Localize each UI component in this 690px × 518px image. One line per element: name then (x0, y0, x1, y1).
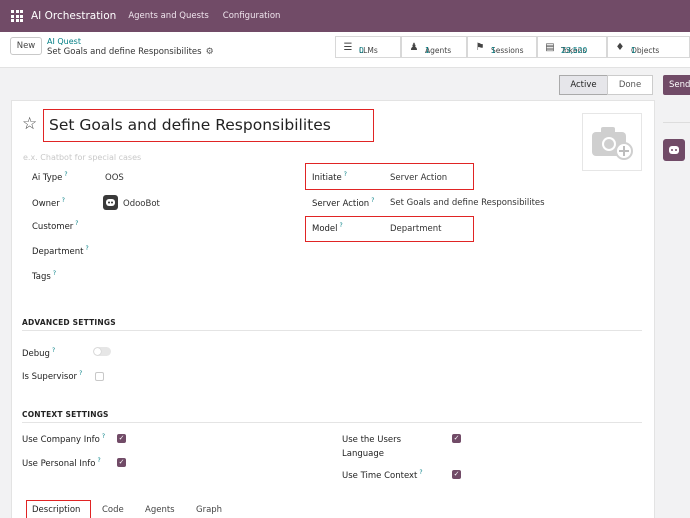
stat-value: 0 (359, 46, 364, 55)
use-company-info-label: Use Company Info? (22, 433, 105, 445)
tab-graph[interactable]: Graph (196, 505, 222, 515)
is-supervisor-label: Is Supervisor? (22, 370, 83, 382)
stat-button-llms[interactable]: ☰ LLMs 0 (335, 36, 401, 58)
new-button[interactable]: New (10, 37, 42, 55)
bot-icon (106, 199, 115, 206)
stat-value: 1 (631, 46, 636, 55)
use-users-language-label: Use the Users Language (342, 435, 402, 459)
camera-plus-icon (592, 127, 633, 160)
tooltip-icon[interactable]: ? (98, 457, 101, 464)
notebook-tabs: Description Code Agents Graph (22, 500, 642, 518)
record-title[interactable]: Set Goals and define Responsibilites (49, 116, 331, 134)
status-active[interactable]: Active (559, 75, 607, 95)
tooltip-icon[interactable]: ? (344, 171, 347, 178)
initiate-field[interactable]: Server Action (390, 173, 447, 183)
breadcrumb-current-label: Set Goals and define Responsibilites (47, 47, 202, 57)
tooltip-icon[interactable]: ? (62, 197, 65, 204)
chatter-divider (663, 122, 690, 123)
tooltip-icon[interactable]: ? (79, 370, 82, 377)
debug-label: Debug? (22, 347, 56, 359)
tooltip-icon[interactable]: ? (52, 347, 55, 354)
ai-type-field[interactable]: OOS (105, 173, 124, 183)
advanced-settings-heading: ADVANCED SETTINGS (22, 318, 116, 327)
gear-icon[interactable]: ⚙ (206, 47, 214, 57)
send-button[interactable]: Send (663, 75, 690, 95)
owner-field[interactable]: OdooBot (123, 199, 160, 209)
app-name[interactable]: AI Orchestration (31, 10, 116, 22)
model-label: Model? (312, 222, 343, 234)
tooltip-icon[interactable]: ? (64, 171, 67, 178)
bot-icon (669, 146, 679, 154)
breadcrumb-parent[interactable]: AI Quest (47, 37, 81, 46)
stat-value: 1 (425, 46, 430, 55)
apps-menu-icon[interactable] (11, 10, 23, 22)
use-users-language-checkbox[interactable]: ✓ (452, 434, 461, 443)
use-personal-info-label: Use Personal Info? (22, 457, 101, 469)
menu-agents-and-quests[interactable]: Agents and Quests (128, 11, 208, 21)
use-company-info-checkbox[interactable]: ✓ (117, 434, 126, 443)
tooltip-icon[interactable]: ? (85, 245, 88, 252)
model-field[interactable]: Department (390, 224, 441, 234)
section-divider (22, 422, 642, 423)
stat-button-agents[interactable]: ♟ Agents 1 (401, 36, 467, 58)
stat-value: 23,520 (561, 46, 588, 55)
server-action-field[interactable]: Set Goals and define Responsibilites (390, 198, 545, 208)
tooltip-icon[interactable]: ? (340, 222, 343, 229)
context-settings-heading: CONTEXT SETTINGS (22, 410, 109, 419)
use-time-context-label: Use Time Context? (342, 469, 423, 481)
chatter-avatar[interactable] (663, 139, 685, 161)
customer-label: Customer? (32, 220, 79, 232)
section-divider (22, 330, 642, 331)
is-supervisor-checkbox[interactable] (95, 372, 104, 381)
users-icon: ♟ (409, 41, 419, 53)
tooltip-icon[interactable]: ? (371, 197, 374, 204)
use-personal-info-checkbox[interactable]: ✓ (117, 458, 126, 467)
tooltip-icon[interactable]: ? (419, 469, 422, 476)
tab-agents[interactable]: Agents (145, 505, 175, 515)
breadcrumb-current: Set Goals and define Responsibilites ⚙ (47, 47, 214, 57)
top-navbar: AI Orchestration Agents and Quests Confi… (0, 0, 690, 32)
stat-button-objects[interactable]: ♦ Objects 1 (607, 36, 690, 58)
use-time-context-checkbox[interactable]: ✓ (452, 470, 461, 479)
tooltip-icon[interactable]: ? (75, 220, 78, 227)
ai-type-label: Ai Type? (32, 171, 68, 183)
status-row: Active Done Send (0, 68, 690, 100)
control-panel: New AI Quest Set Goals and define Respon… (0, 32, 690, 68)
tooltip-icon[interactable]: ? (53, 270, 56, 277)
stat-value: 1 (491, 46, 496, 55)
star-icon[interactable]: ☆ (22, 114, 37, 134)
puzzle-icon: ♦ (615, 41, 625, 53)
menu-configuration[interactable]: Configuration (223, 11, 281, 21)
stat-button-sessions[interactable]: ⚑ Sessions 1 (467, 36, 537, 58)
money-icon: ▤ (545, 41, 555, 53)
stat-button-tokens[interactable]: ▤ Tokens 23,520 (537, 36, 607, 58)
debug-toggle[interactable] (93, 347, 111, 356)
tags-label: Tags? (32, 270, 57, 282)
server-action-label: Server Action? (312, 197, 375, 209)
database-icon: ☰ (343, 41, 353, 53)
department-label: Department? (32, 245, 89, 257)
subtitle-input[interactable]: e.x. Chatbot for special cases (23, 153, 141, 162)
status-done[interactable]: Done (607, 75, 653, 95)
tab-description[interactable]: Description (32, 505, 80, 515)
owner-avatar (103, 195, 118, 210)
flag-icon: ⚑ (475, 41, 485, 53)
tooltip-icon[interactable]: ? (102, 433, 105, 440)
initiate-label: Initiate? (312, 171, 347, 183)
image-upload[interactable] (582, 113, 642, 171)
owner-label: Owner? (32, 197, 65, 209)
tab-code[interactable]: Code (102, 505, 124, 515)
